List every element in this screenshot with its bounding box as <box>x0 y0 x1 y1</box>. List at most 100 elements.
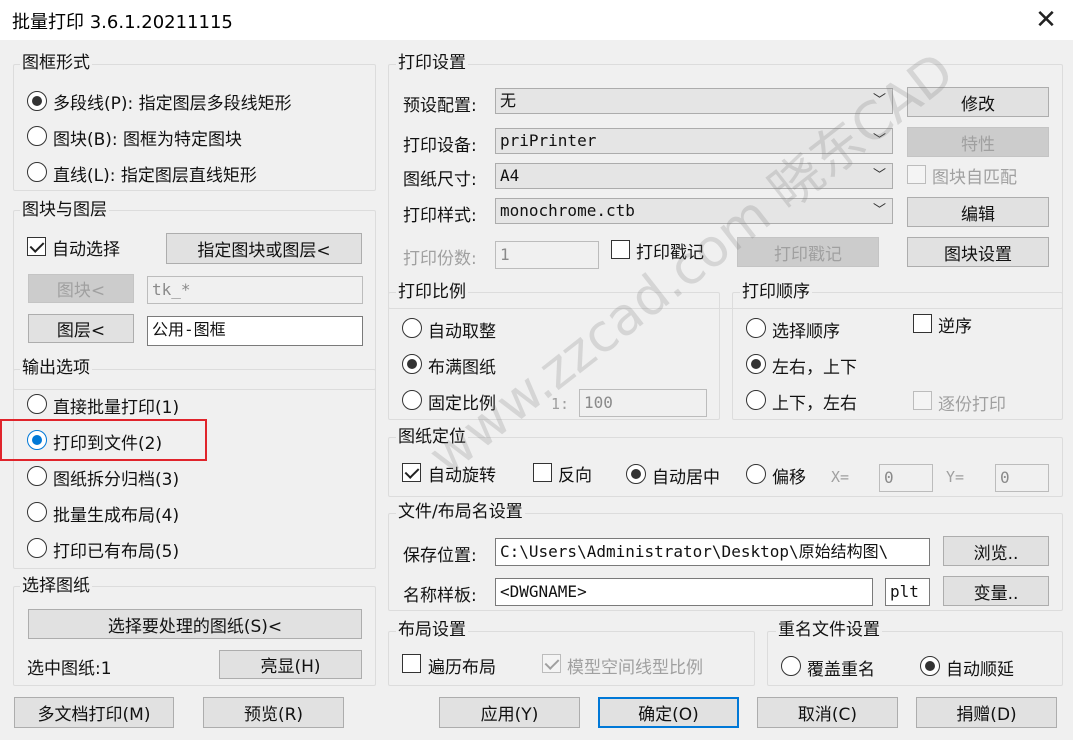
reverse-checkbox[interactable] <box>533 463 552 482</box>
auto-select-label[interactable]: 自动选择 <box>52 235 120 260</box>
block-layer-title: 图块与图层 <box>20 200 109 220</box>
auto-center-label[interactable]: 自动居中 <box>652 463 720 488</box>
frame-line-radio[interactable] <box>27 162 47 182</box>
output-split-label[interactable]: 图纸拆分归档(3) <box>53 465 179 490</box>
copy-print-label: 逐份打印 <box>938 395 1006 415</box>
frame-line-label[interactable]: 直线(L): 指定图层直线矩形 <box>53 161 257 186</box>
print-style-label: 打印样式: <box>403 206 477 226</box>
dialog-body: 图框形式 多段线(P): 指定图层多段线矩形 图块(B): 图框为特定图块 直线… <box>0 40 1073 740</box>
window-title: 批量打印 3.6.1.20211115 <box>12 12 233 33</box>
apply-button[interactable]: 应用(Y) <box>439 697 580 728</box>
donate-button[interactable]: 捐赠(D) <box>916 697 1057 728</box>
title-bar: 批量打印 3.6.1.20211115 ✕ <box>0 0 1073 40</box>
reverse-label[interactable]: 反向 <box>558 461 592 486</box>
save-location-label: 保存位置: <box>403 546 477 566</box>
scale-auto-radio[interactable] <box>402 318 422 338</box>
close-icon[interactable]: ✕ <box>1030 4 1062 36</box>
multi-doc-print-button[interactable]: 多文档打印(M) <box>14 697 174 728</box>
reverse-order-checkbox[interactable] <box>913 314 932 333</box>
scale-fixed-radio[interactable] <box>402 390 422 410</box>
auto-rotate-checkbox[interactable] <box>402 463 421 482</box>
paper-position-title: 图纸定位 <box>396 427 468 447</box>
reverse-order-label[interactable]: 逆序 <box>938 312 972 337</box>
scale-fill-label[interactable]: 布满图纸 <box>428 353 496 378</box>
chevron-down-icon: ﹀ <box>872 168 886 183</box>
auto-center-radio[interactable] <box>626 464 646 484</box>
output-direct-label[interactable]: 直接批量打印(1) <box>53 393 179 418</box>
scale-fill-radio[interactable] <box>402 354 422 374</box>
specify-block-layer-button[interactable]: 指定图块或图层< <box>166 233 362 264</box>
select-paper-button[interactable]: 选择要处理的图纸(S)< <box>28 609 362 639</box>
overwrite-radio[interactable] <box>781 656 801 676</box>
modify-button[interactable]: 修改 <box>907 87 1049 117</box>
output-direct-radio[interactable] <box>27 394 47 414</box>
order-lr-radio[interactable] <box>746 354 766 374</box>
order-select-label[interactable]: 选择顺序 <box>772 317 840 342</box>
print-settings-title: 打印设置 <box>396 53 468 73</box>
scale-auto-label[interactable]: 自动取整 <box>428 317 496 342</box>
output-layout-label[interactable]: 批量生成布局(4) <box>53 501 179 526</box>
extension-field[interactable]: plt <box>885 578 930 606</box>
layer-button[interactable]: 图层< <box>28 314 134 343</box>
auto-suffix-radio[interactable] <box>920 656 940 676</box>
preset-value: 无 <box>500 91 517 110</box>
linetype-scale-checkbox <box>542 654 561 673</box>
overwrite-label[interactable]: 覆盖重名 <box>807 655 875 680</box>
auto-suffix-label[interactable]: 自动顺延 <box>946 655 1014 680</box>
frame-block-label[interactable]: 图块(B): 图框为特定图块 <box>53 125 242 150</box>
device-value: priPrinter <box>500 131 597 150</box>
frame-polyline-label[interactable]: 多段线(P): 指定图层多段线矩形 <box>53 89 292 114</box>
output-layout-radio[interactable] <box>27 502 47 522</box>
highlight-button[interactable]: 亮显(H) <box>219 650 362 679</box>
stamp-checkbox[interactable] <box>611 240 630 259</box>
iterate-layout-label[interactable]: 遍历布局 <box>428 653 496 678</box>
iterate-layout-checkbox[interactable] <box>402 654 421 673</box>
auto-select-checkbox[interactable] <box>27 237 46 256</box>
offset-y-label: Y= <box>946 468 965 486</box>
properties-button: 特性 <box>907 127 1049 157</box>
order-tb-label[interactable]: 上下，左右 <box>772 389 857 414</box>
output-split-radio[interactable] <box>27 466 47 486</box>
frame-polyline-radio[interactable] <box>27 91 47 111</box>
save-location-field[interactable]: C:\Users\Administrator\Desktop\原始结构图\ <box>495 538 930 566</box>
output-existing-label[interactable]: 打印已有布局(5) <box>53 537 179 562</box>
block-button: 图块< <box>28 274 134 303</box>
stamp-check-label[interactable]: 打印戳记 <box>636 238 704 263</box>
cancel-button[interactable]: 取消(C) <box>757 697 898 728</box>
preset-select[interactable]: 无 ﹀ <box>495 88 893 114</box>
print-style-value: monochrome.ctb <box>500 201 635 220</box>
browse-button[interactable]: 浏览.. <box>943 536 1049 566</box>
output-existing-radio[interactable] <box>27 538 47 558</box>
linetype-scale-label: 模型空间线型比例 <box>567 658 703 678</box>
select-paper-title: 选择图纸 <box>20 576 92 596</box>
paper-size-select[interactable]: A4 ﹀ <box>495 163 893 189</box>
file-naming-title: 文件/布局名设置 <box>396 502 525 522</box>
device-select[interactable]: priPrinter ﹀ <box>495 128 893 154</box>
name-template-field[interactable]: <DWGNAME> <box>495 578 873 606</box>
paper-size-value: A4 <box>500 166 520 185</box>
scale-fixed-label[interactable]: 固定比例 <box>428 389 496 414</box>
order-lr-label[interactable]: 左右，上下 <box>772 353 857 378</box>
chevron-down-icon: ﹀ <box>872 203 886 218</box>
offset-label[interactable]: 偏移 <box>772 463 806 488</box>
order-select-radio[interactable] <box>746 318 766 338</box>
frame-block-radio[interactable] <box>27 126 47 146</box>
order-tb-radio[interactable] <box>746 390 766 410</box>
layer-name-field[interactable]: 公用-图框 <box>147 316 363 346</box>
auto-match-checkbox <box>907 165 926 184</box>
chevron-down-icon: ﹀ <box>872 133 886 148</box>
name-template-label: 名称样板: <box>403 586 477 606</box>
variable-button[interactable]: 变量.. <box>943 576 1049 606</box>
ratio-prefix: 1: <box>551 395 570 413</box>
preview-button[interactable]: 预览(R) <box>203 697 344 728</box>
offset-radio[interactable] <box>746 464 766 484</box>
offset-x-label: X= <box>831 468 850 486</box>
print-style-select[interactable]: monochrome.ctb ﹀ <box>495 198 893 224</box>
offset-y-field: 0 <box>995 464 1049 492</box>
auto-rotate-label[interactable]: 自动旋转 <box>428 461 496 486</box>
copy-print-checkbox <box>913 391 932 410</box>
block-name-field: tk_* <box>147 276 363 304</box>
block-settings-button[interactable]: 图块设置 <box>907 237 1049 267</box>
ok-button[interactable]: 确定(O) <box>598 697 739 728</box>
edit-button[interactable]: 编辑 <box>907 197 1049 227</box>
